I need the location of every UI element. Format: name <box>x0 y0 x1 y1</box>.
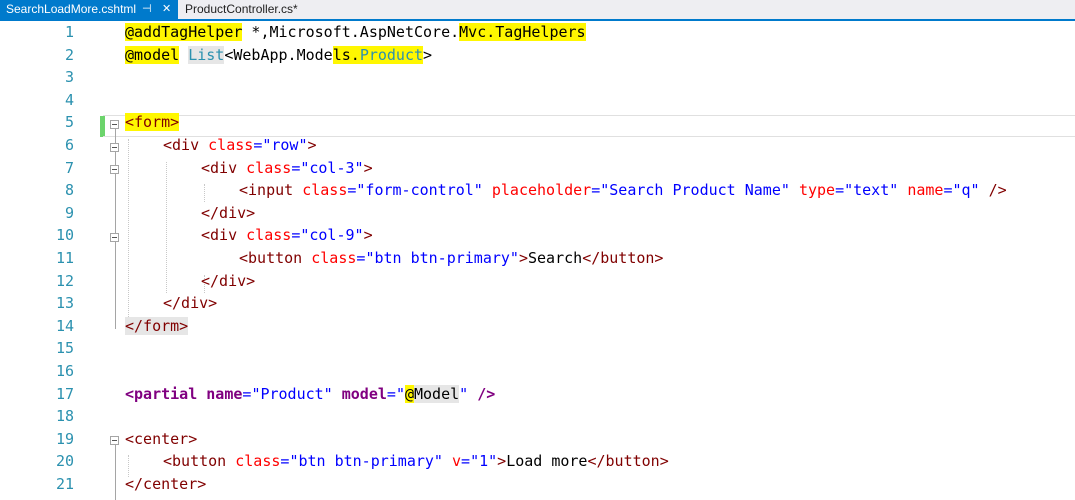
collapse-col3-div-icon[interactable] <box>110 165 119 174</box>
line-number: 21 <box>55 475 74 493</box>
line-number: 5 <box>64 113 74 132</box>
code-line-10: <div class="col-9"> <box>201 226 373 245</box>
line-number: 19 <box>55 429 74 448</box>
line-number: 13 <box>55 294 74 313</box>
code-line-21: </center> <box>125 475 207 493</box>
indent-guide <box>128 139 129 317</box>
line-number: 14 <box>55 316 74 335</box>
line-number: 2 <box>64 45 74 64</box>
code-line-6: <div class="row"> <box>163 136 317 154</box>
line-number: 9 <box>64 203 74 222</box>
indent-guide <box>204 184 205 202</box>
document-tab-bar: SearchLoadMore.cshtml ⊣ ✕ ProductControl… <box>0 0 1075 21</box>
tab-label: SearchLoadMore.cshtml <box>6 2 137 16</box>
code-line-19: <center> <box>125 429 198 448</box>
collapse-col9-div-icon[interactable] <box>110 233 119 242</box>
pin-icon[interactable]: ⊣ <box>142 0 152 19</box>
code-line-14: </form> <box>125 316 189 335</box>
collapse-center-icon[interactable] <box>110 436 119 445</box>
line-number: 11 <box>55 249 74 267</box>
line-number: 16 <box>55 362 74 380</box>
line-number: 7 <box>64 158 74 177</box>
line-number: 6 <box>64 136 74 154</box>
collapse-form-icon[interactable] <box>110 120 119 129</box>
code-line-11: <button class="btn btn-primary">Search</… <box>239 249 664 267</box>
line-number: 12 <box>55 271 74 290</box>
code-line-7: <div class="col-3"> <box>201 158 373 177</box>
fold-region-line <box>115 445 116 500</box>
line-number: 10 <box>55 226 74 245</box>
code-line-9: </div> <box>201 203 256 222</box>
line-number: 3 <box>64 68 74 87</box>
line-number: 1 <box>64 23 74 41</box>
code-line-8: <input class="form-control" placeholder=… <box>239 181 1007 200</box>
tab-searchloadmore[interactable]: SearchLoadMore.cshtml ⊣ ✕ <box>0 0 178 19</box>
line-number: 20 <box>55 452 74 471</box>
code-line-17: <partial name="Product" model="@Model" /… <box>125 384 496 403</box>
line-number: 15 <box>55 339 74 358</box>
line-number: 4 <box>64 90 74 109</box>
code-editor[interactable]: 1 2 3 4 5 6 7 8 9 10 11 12 13 14 15 16 17 18 19 20 21 @addTa… <box>0 21 1075 500</box>
tab-productcontroller[interactable]: ProductController.cs* <box>179 0 309 19</box>
fold-region-line <box>115 129 116 329</box>
close-icon[interactable]: ✕ <box>162 0 171 19</box>
code-line-12: </div> <box>201 271 256 290</box>
code-line-20: <button class="btn btn-primary" v="1">Lo… <box>163 452 669 471</box>
indent-guide <box>166 162 167 293</box>
code-line-5: <form> <box>125 113 180 132</box>
tab-label: ProductController.cs* <box>185 2 298 16</box>
line-number: 17 <box>55 384 74 403</box>
collapse-row-div-icon[interactable] <box>110 143 119 152</box>
line-number: 18 <box>55 407 74 426</box>
code-line-13: </div> <box>163 294 218 313</box>
code-line-1: @addTagHelper *,Microsoft.AspNetCore.Mvc… <box>125 23 586 41</box>
code-line-2: @model List<WebApp.Models.Product> <box>125 45 433 64</box>
line-number: 8 <box>64 181 74 200</box>
